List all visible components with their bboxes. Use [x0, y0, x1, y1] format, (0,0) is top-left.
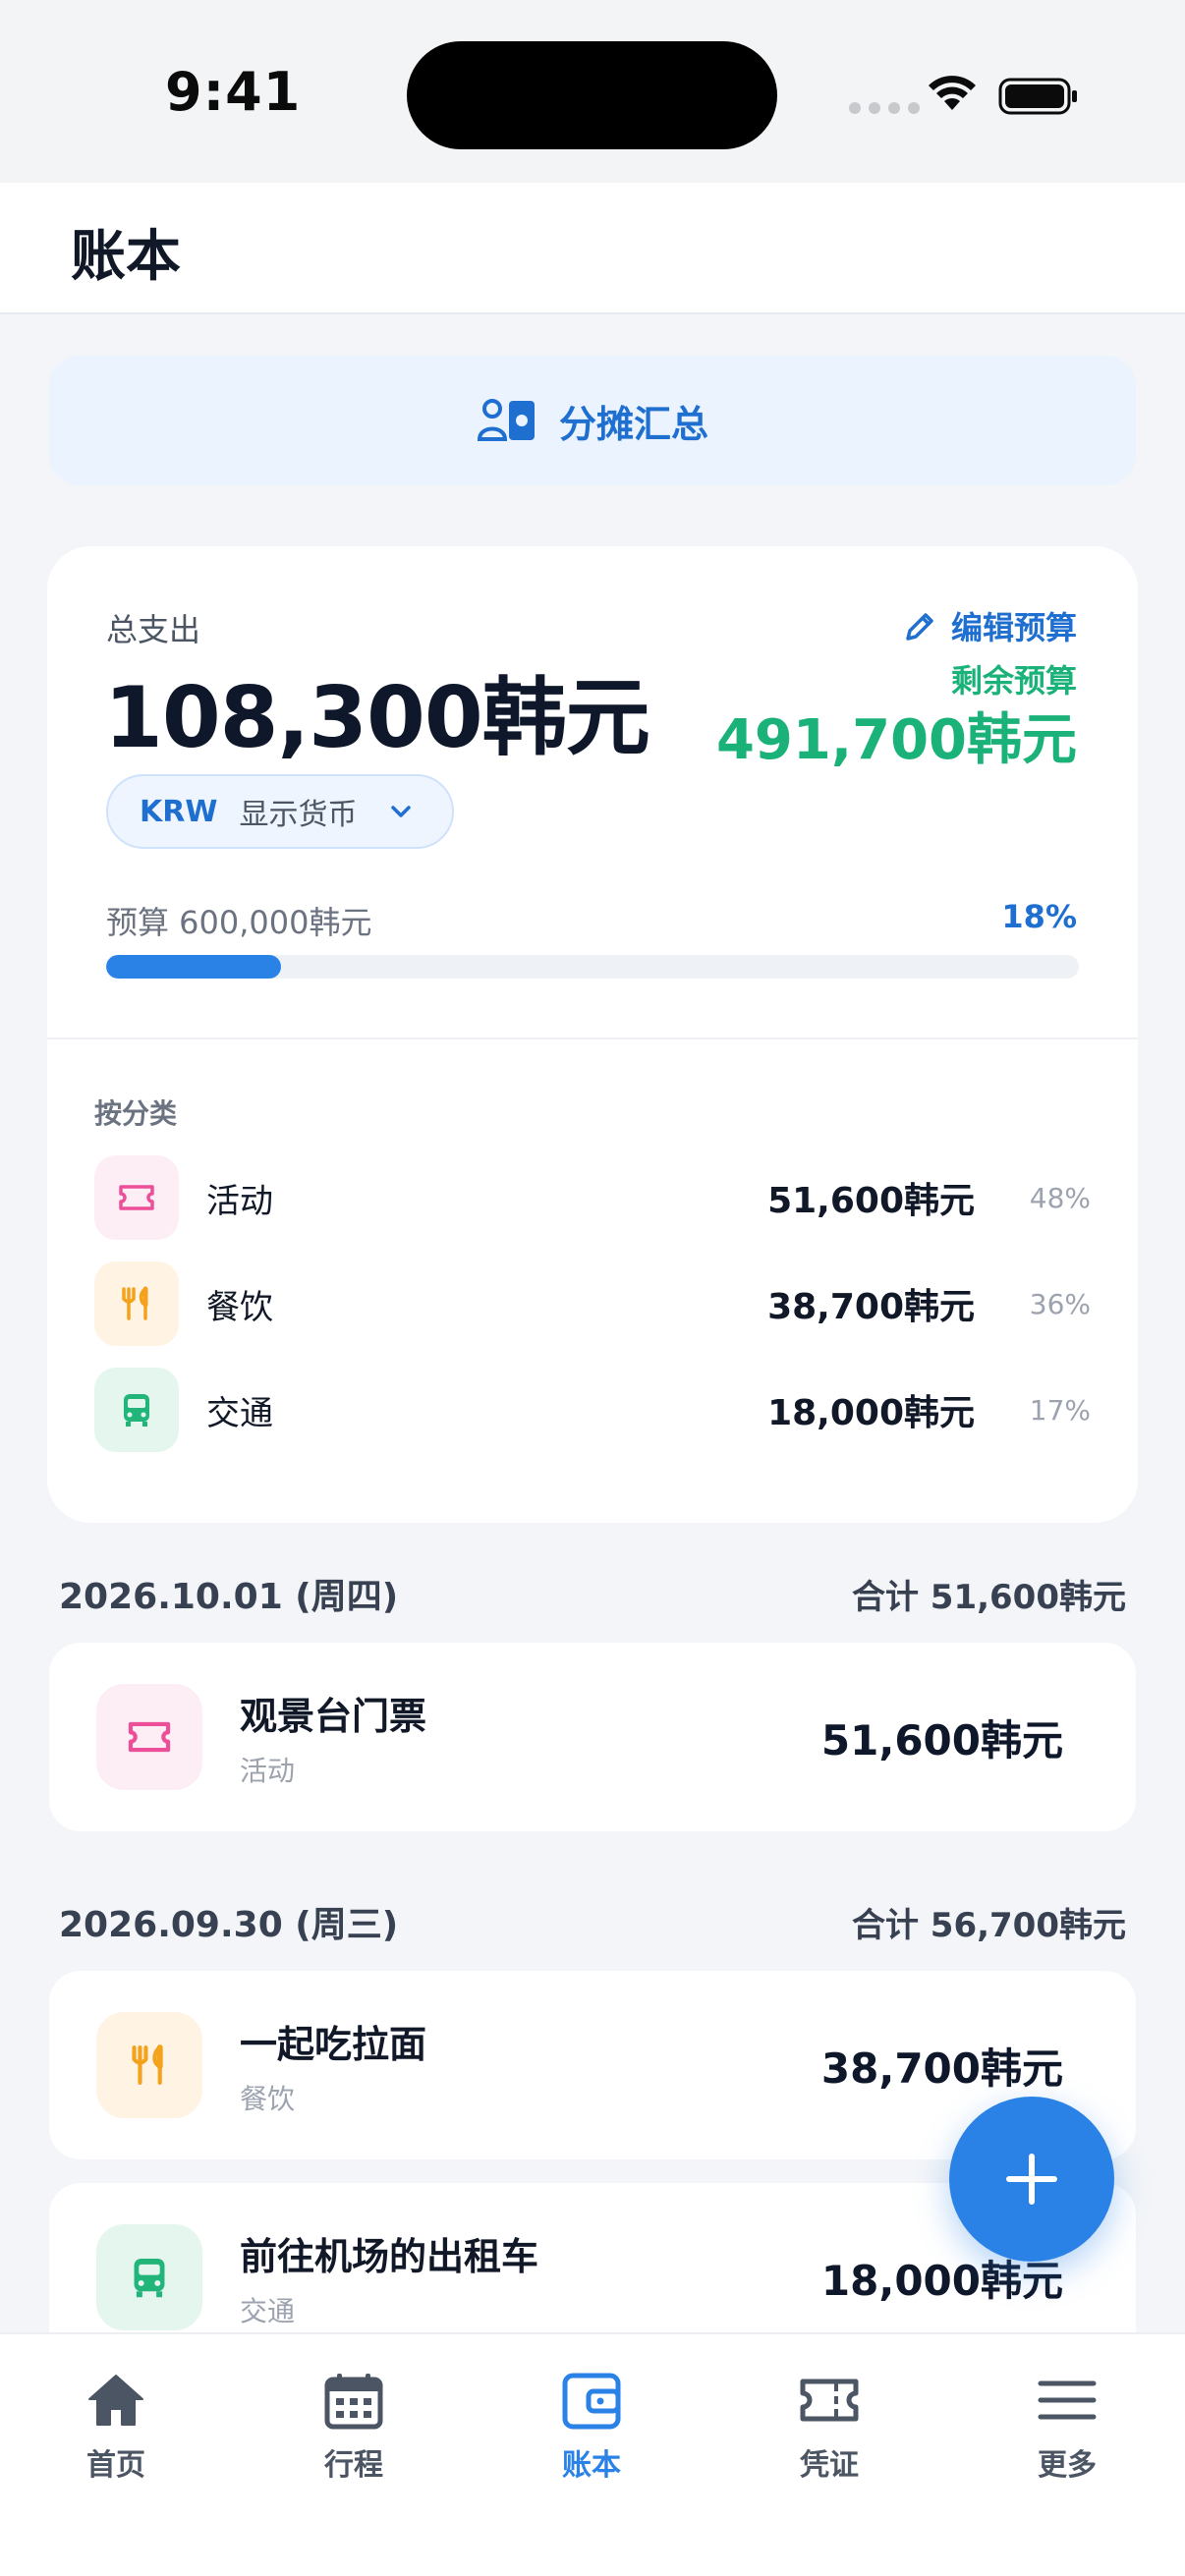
tab-itinerary[interactable]: 行程: [275, 2370, 432, 2484]
remaining-budget-amount: 491,700韩元: [715, 708, 1077, 772]
pencil-icon: [906, 613, 933, 641]
category-amount: 51,600韩元: [767, 1181, 975, 1221]
tab-home[interactable]: 首页: [37, 2370, 195, 2484]
category-icon-box: [94, 1261, 179, 1346]
plus-icon: [1006, 2154, 1057, 2205]
transaction-category: 交通: [240, 2294, 296, 2327]
day-total: 合计 51,600韩元: [851, 1577, 1126, 1617]
ticket-icon: [800, 2379, 859, 2422]
currency-selector[interactable]: KRW 显示货币: [106, 774, 454, 849]
edit-budget-button[interactable]: 编辑预算: [904, 603, 1077, 648]
split-summary-label: 分摊汇总: [558, 402, 708, 446]
bus-icon: [134, 2258, 165, 2298]
budget-percent: 18%: [1001, 898, 1077, 935]
tab-more[interactable]: 更多: [988, 2370, 1146, 2484]
tab-label: 账本: [562, 2448, 621, 2483]
tab-label: 首页: [86, 2448, 145, 2483]
category-amount: 18,000韩元: [767, 1393, 975, 1433]
edit-budget-label: 编辑预算: [950, 609, 1077, 646]
tab-label: 更多: [1038, 2448, 1097, 2483]
transaction-text: 前往机场的出租车 交通: [240, 2226, 821, 2329]
header: 账本: [0, 183, 1185, 314]
tab-ledger[interactable]: 账本: [513, 2370, 670, 2484]
transaction-category: 活动: [240, 1754, 296, 1787]
tab-label: 凭证: [800, 2448, 859, 2483]
chevron-down-icon: [391, 806, 412, 817]
day-header: 2026.10.01 (周四) 合计 51,600韩元: [59, 1568, 1126, 1619]
divider: [47, 1037, 1138, 1039]
wifi-icon: [929, 76, 976, 110]
transaction-card[interactable]: 观景台门票 活动 51,600韩元: [49, 1643, 1136, 1831]
transaction-text: 观景台门票 活动: [240, 1686, 821, 1789]
category-heading: 按分类: [94, 1097, 178, 1130]
category-icon-box: [94, 1155, 179, 1240]
transaction-text: 一起吃拉面 餐饮: [240, 2014, 821, 2117]
utensils-icon: [122, 1286, 148, 1320]
category-row-dining[interactable]: 餐饮 38,700韩元 36%: [94, 1261, 1091, 1346]
category-row-transport[interactable]: 交通 18,000韩元 17%: [94, 1368, 1091, 1452]
total-spend-label: 总支出: [106, 611, 201, 648]
home-icon: [88, 2375, 143, 2426]
bus-icon: [124, 1394, 149, 1427]
status-bar: 9:41: [0, 0, 1185, 183]
transaction-icon-box: [96, 1684, 202, 1790]
signal-icon: [849, 102, 920, 114]
category-percent: 17%: [1029, 1393, 1091, 1427]
split-people-icon: [477, 399, 535, 441]
category-name: 交通: [206, 1393, 273, 1433]
ticket-icon: [119, 1185, 154, 1210]
category-icon-box: [94, 1368, 179, 1452]
transaction-category: 餐饮: [240, 2082, 296, 2115]
wallet-icon: [562, 2373, 621, 2430]
tab-vouchers[interactable]: 凭证: [751, 2370, 908, 2484]
total-spend-amount: 108,300韩元: [104, 669, 650, 767]
category-name: 餐饮: [206, 1287, 273, 1327]
transaction-amount: 38,700韩元: [820, 2044, 1063, 2093]
currency-label: 显示货币: [239, 798, 358, 832]
calendar-icon: [324, 2374, 383, 2430]
day-total: 合计 56,700韩元: [851, 1905, 1126, 1945]
category-row-activity[interactable]: 活动 51,600韩元 48%: [94, 1155, 1091, 1240]
summary-card: 总支出 108,300韩元 编辑预算 剩余预算 491,700韩元 KRW 显示…: [47, 546, 1138, 1523]
dynamic-island: [407, 41, 777, 149]
transaction-title: 一起吃拉面: [240, 2022, 427, 2066]
status-time: 9:41: [165, 61, 302, 123]
category-percent: 48%: [1029, 1181, 1091, 1214]
budget-progress-bar: [106, 955, 1079, 979]
transaction-title: 前往机场的出租车: [240, 2234, 539, 2278]
tab-label: 行程: [324, 2448, 383, 2483]
transaction-icon-box: [96, 2012, 202, 2118]
menu-icon: [1038, 2380, 1097, 2420]
category-percent: 36%: [1029, 1287, 1091, 1320]
page-title: 账本: [71, 225, 181, 289]
budget-label: 预算 600,000韩元: [106, 904, 372, 941]
add-expense-button[interactable]: [949, 2097, 1114, 2262]
day-date: 2026.09.30 (周三): [59, 1905, 399, 1945]
utensils-icon: [132, 2044, 163, 2085]
transaction-amount: 51,600韩元: [820, 1715, 1063, 1764]
split-summary-button[interactable]: 分摊汇总: [49, 356, 1136, 485]
currency-code: KRW: [140, 794, 218, 829]
tab-bar: 首页 行程 账本 凭证 更多: [0, 2332, 1185, 2576]
transaction-icon-box: [96, 2224, 202, 2330]
battery-icon: [998, 78, 1077, 115]
category-name: 活动: [206, 1181, 273, 1221]
budget-progress-fill: [106, 955, 282, 979]
day-date: 2026.10.01 (周四): [59, 1577, 399, 1617]
ticket-icon: [128, 1721, 171, 1753]
transaction-title: 观景台门票: [240, 1694, 427, 1738]
category-amount: 38,700韩元: [767, 1287, 975, 1327]
day-header: 2026.09.30 (周三) 合计 56,700韩元: [59, 1896, 1126, 1947]
